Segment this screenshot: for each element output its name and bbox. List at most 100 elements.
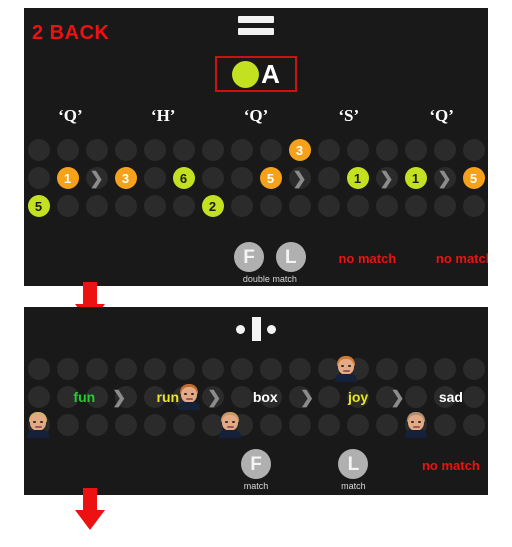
dot-icon — [85, 414, 108, 436]
nback-token[interactable]: 2 — [201, 195, 224, 217]
dot-icon — [56, 139, 79, 161]
dot-icon — [288, 414, 311, 436]
dot-cell — [111, 355, 140, 383]
face-row3-b-thumbnail — [219, 412, 242, 438]
dot-cell — [430, 136, 459, 164]
dot-cell — [256, 136, 285, 164]
dot-icon — [114, 358, 137, 380]
nback-token[interactable]: 5 — [462, 167, 485, 189]
equals-icon — [238, 16, 274, 38]
result-circle-l[interactable]: L — [338, 449, 369, 479]
dot-cell — [24, 164, 53, 192]
no-match-label: no match — [435, 251, 488, 266]
dot-cell — [343, 411, 372, 439]
chevron-right-icon: ❯ — [299, 387, 315, 407]
dot-cell — [82, 136, 111, 164]
dot-cell — [459, 355, 488, 383]
cue-dot-icon — [232, 60, 260, 88]
dot-icon — [56, 195, 79, 217]
dot-cell — [169, 411, 198, 439]
dot-cell — [169, 355, 198, 383]
dot-icon — [404, 386, 427, 408]
nback-results: F Ldouble match no match no match — [24, 240, 488, 286]
result-circle-l[interactable]: L — [275, 242, 306, 272]
dot-cell — [227, 383, 256, 411]
dot-icon — [85, 358, 108, 380]
nback-token[interactable]: 3 — [288, 139, 311, 161]
nback-token[interactable]: 1 — [346, 167, 369, 189]
dot-icon — [172, 358, 195, 380]
dot-icon — [230, 167, 253, 189]
dot-icon — [143, 139, 166, 161]
dot-cell — [169, 136, 198, 164]
nback-token[interactable]: 1 — [404, 167, 427, 189]
dot-cell — [372, 136, 401, 164]
dot-icon — [230, 358, 253, 380]
dot-cell — [227, 192, 256, 220]
dot-icon — [404, 358, 427, 380]
dot-icon — [143, 414, 166, 436]
dot-icon — [462, 195, 485, 217]
column-headers: ‘Q’ ‘H’ ‘Q’ ‘S’ ‘Q’ — [24, 106, 488, 126]
dot-cell — [169, 192, 198, 220]
dot-icon — [462, 414, 485, 436]
dot-icon — [143, 195, 166, 217]
match-label: match — [243, 481, 269, 491]
dot-icon — [375, 414, 398, 436]
dot-row — [24, 355, 488, 383]
dot-icon — [317, 167, 340, 189]
face-run-thumbnail — [177, 384, 200, 410]
dot-icon — [404, 139, 427, 161]
dot-cell — [53, 192, 82, 220]
dot-icon — [346, 195, 369, 217]
dot-row — [24, 411, 488, 439]
nback-token[interactable]: 5 — [259, 167, 282, 189]
nback-token[interactable]: 5 — [27, 195, 50, 217]
dot-cell — [24, 355, 53, 383]
dot-icon — [172, 414, 195, 436]
dot-cell — [314, 136, 343, 164]
dot-icon — [56, 414, 79, 436]
dot-icon — [259, 414, 282, 436]
nback-token[interactable]: 1 — [56, 167, 79, 189]
dot-icon — [462, 386, 485, 408]
dot-cell — [285, 192, 314, 220]
result-circle-f[interactable]: F — [241, 449, 271, 479]
dot-cell — [372, 192, 401, 220]
dot-cell — [372, 411, 401, 439]
dot-icon — [27, 167, 50, 189]
result-circle-f[interactable]: F — [234, 242, 265, 272]
dot-icon — [56, 358, 79, 380]
dot-cell — [24, 383, 53, 411]
nback-panel: 2 BACK A ‘Q’ ‘H’ ‘Q’ ‘S’ ‘Q’ 3 1 3 6 5 1 1 5 ❯ ❯ ❯… — [24, 8, 488, 286]
column-header: ‘Q’ — [243, 106, 269, 125]
word-label: joy — [347, 389, 369, 405]
dot-cell — [401, 355, 430, 383]
nback-token[interactable]: 3 — [114, 167, 137, 189]
dot-cell — [140, 355, 169, 383]
dot-cell — [140, 192, 169, 220]
flow-arrow-down-icon — [75, 488, 105, 530]
dot-icon — [230, 386, 253, 408]
dot-icon — [462, 358, 485, 380]
column-header: ‘Q’ — [58, 106, 83, 125]
dot-icon — [375, 195, 398, 217]
nback-token[interactable]: 6 — [172, 167, 195, 189]
words-panel: fun run box joy sad ❯ ❯ ❯ ❯ Fmatch Lmatch no match — [24, 307, 488, 495]
dot-cell — [111, 411, 140, 439]
column-header: ‘H’ — [150, 106, 176, 125]
dot-cell — [343, 192, 372, 220]
dot-row: 1 3 6 5 1 1 5 ❯ ❯ ❯ ❯ — [24, 164, 488, 192]
dot-icon — [317, 139, 340, 161]
dot-cell — [227, 355, 256, 383]
dot-icon — [201, 139, 224, 161]
dot-cell — [227, 164, 256, 192]
dot-icon — [27, 139, 50, 161]
dot-icon — [114, 195, 137, 217]
cue-box[interactable]: A — [215, 56, 297, 92]
dot-icon — [433, 358, 456, 380]
dot-icon — [288, 195, 311, 217]
nback-dot-grid: 3 1 3 6 5 1 1 5 ❯ ❯ ❯ ❯ 5 2 — [24, 136, 488, 220]
dot-icon — [85, 139, 108, 161]
dot-cell — [53, 136, 82, 164]
